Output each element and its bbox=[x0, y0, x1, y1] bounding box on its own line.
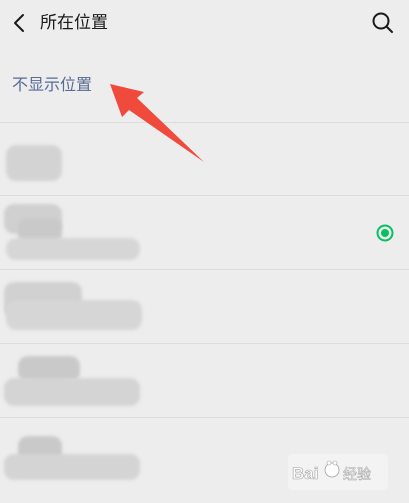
selected-radio-icon bbox=[376, 224, 394, 242]
blurred-location-name bbox=[6, 145, 62, 181]
no-location-option[interactable]: 不显示位置 bbox=[0, 56, 409, 118]
location-item[interactable] bbox=[0, 196, 409, 268]
location-item[interactable] bbox=[0, 123, 409, 195]
location-item[interactable] bbox=[0, 344, 409, 416]
blurred-location-address bbox=[6, 300, 142, 330]
blurred-location-address bbox=[6, 238, 140, 260]
location-item[interactable] bbox=[0, 270, 409, 342]
baidu-jingyan-watermark: Bai 经验 bbox=[288, 454, 388, 490]
search-icon[interactable] bbox=[370, 10, 396, 36]
blurred-location-address bbox=[4, 378, 140, 406]
svg-text:Bai: Bai bbox=[292, 464, 318, 483]
blurred-location-address bbox=[4, 454, 140, 480]
svg-text:经验: 经验 bbox=[343, 467, 371, 483]
page-title: 所在位置 bbox=[40, 13, 108, 33]
no-location-label: 不显示位置 bbox=[12, 75, 93, 94]
header-bar: 所在位置 bbox=[0, 0, 409, 46]
chevron-left-icon[interactable] bbox=[8, 11, 32, 35]
